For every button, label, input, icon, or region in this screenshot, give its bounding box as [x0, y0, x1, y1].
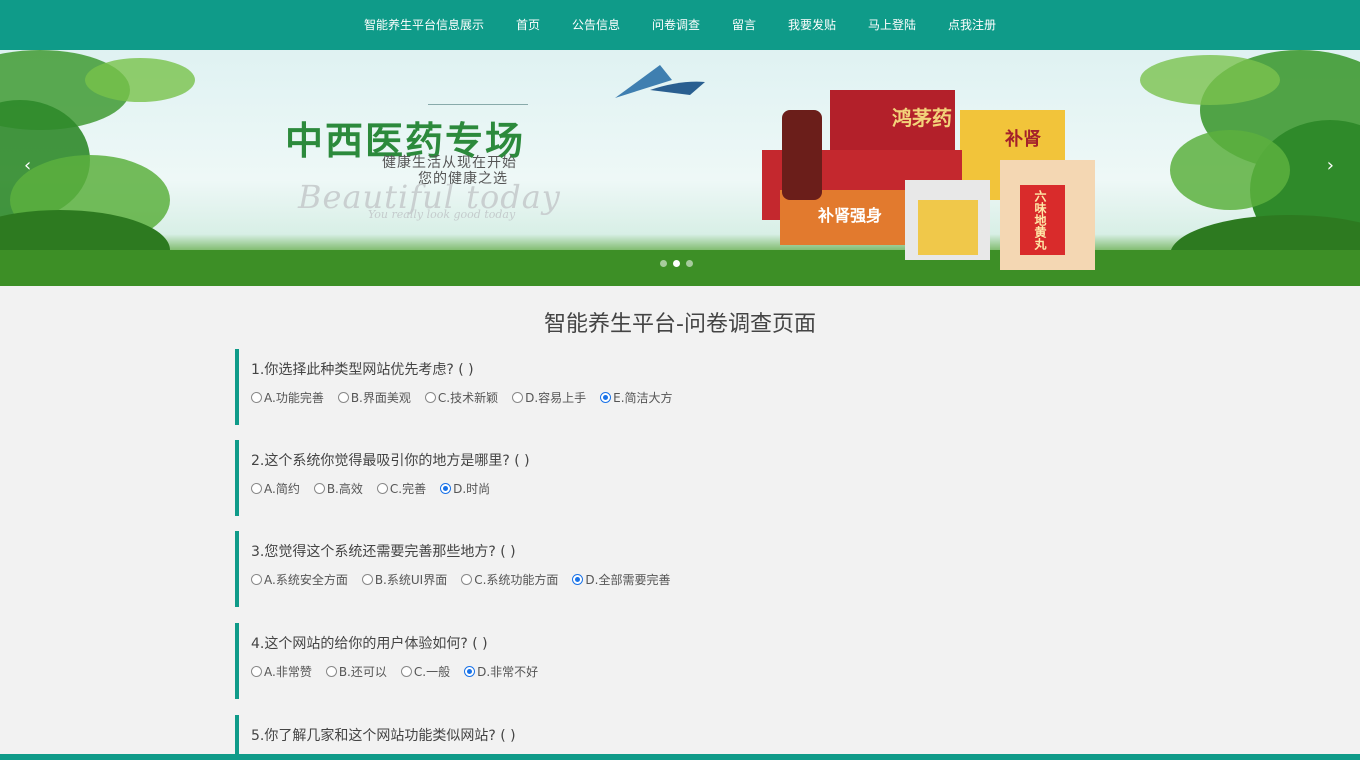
option-1[interactable]: A.系统安全方面	[251, 571, 348, 588]
option-label: D.容易上手	[525, 391, 587, 405]
radio-unchecked[interactable]	[251, 666, 262, 677]
question-1: 1.你选择此种类型网站优先考虑? ( ) A.功能完善 B.界面美观 C.技术新颖 D.…	[235, 349, 1125, 425]
question-options: A.功能完善 B.界面美观 C.技术新颖 D.容易上手 E.简洁大方	[251, 389, 1125, 406]
radio-unchecked[interactable]	[325, 666, 337, 677]
option-1[interactable]: A.简约	[251, 480, 300, 497]
box-label-bushen-qiangshen: 补肾强身	[818, 206, 883, 225]
radio-unchecked[interactable]	[313, 483, 325, 494]
option-4[interactable]: D.非常不好	[464, 663, 538, 680]
radio-checked[interactable]	[572, 574, 584, 585]
option-label: D.时尚	[453, 482, 491, 496]
banner-carousel[interactable]: 中西医药专场 健康生活从现在开始 您的健康之选 Beautiful today …	[0, 50, 1360, 286]
option-label: A.系统安全方面	[264, 573, 348, 587]
question-text: 1.你选择此种类型网站优先考虑? ( )	[251, 362, 474, 378]
nav-item-home[interactable]: 首页	[500, 0, 556, 50]
radio-unchecked[interactable]	[251, 392, 262, 403]
option-label: B.还可以	[338, 665, 387, 679]
question-text: 4.这个网站的给你的用户体验如何? ( )	[251, 636, 488, 652]
question-2: 2.这个系统你觉得最吸引你的地方是哪里? ( ) A.简约 B.高效 C.完善 D.时尚	[235, 440, 1125, 516]
question-text: 3.您觉得这个系统还需要完善那些地方? ( )	[251, 544, 516, 560]
banner-illustration	[0, 50, 1360, 286]
top-nav: 智能养生平台信息展示 首页 公告信息 问卷调查 留言 我要发贴 马上登陆 点我注…	[0, 0, 1360, 50]
option-4[interactable]: D.容易上手	[512, 389, 586, 406]
carousel-dot[interactable]	[686, 260, 693, 267]
option-label: C.系统功能方面	[474, 573, 559, 587]
carousel-indicators	[660, 260, 693, 267]
question-3: 3.您觉得这个系统还需要完善那些地方? ( ) A.系统安全方面 B.系统UI界面 C…	[235, 531, 1125, 607]
radio-unchecked[interactable]	[400, 666, 412, 677]
option-label: D.全部需要完善	[585, 573, 671, 587]
banner-script-subtext: You really look good today	[368, 208, 516, 221]
option-label: B.高效	[326, 482, 363, 496]
bottom-bar	[0, 754, 1360, 760]
option-3[interactable]: C.系统功能方面	[461, 571, 558, 588]
radio-unchecked[interactable]	[251, 483, 262, 494]
option-label: A.功能完善	[264, 391, 324, 405]
radio-unchecked[interactable]	[251, 574, 262, 585]
page-title: 智能养生平台-问卷调查页面	[544, 312, 816, 337]
option-label: C.一般	[413, 665, 451, 679]
question-text: 5.你了解几家和这个网站功能类似网站? ( )	[251, 728, 516, 744]
option-1[interactable]: A.非常赞	[251, 663, 312, 680]
option-2[interactable]: B.界面美观	[337, 389, 411, 406]
nav-item-login[interactable]: 马上登陆	[852, 0, 932, 50]
nav-item-post[interactable]: 我要发贴	[772, 0, 852, 50]
option-4[interactable]: D.全部需要完善	[572, 571, 670, 588]
radio-checked[interactable]	[440, 483, 452, 494]
nav-item-announcements[interactable]: 公告信息	[556, 0, 636, 50]
question-options: A.简约 B.高效 C.完善 D.时尚	[251, 480, 1125, 497]
nav-item-register[interactable]: 点我注册	[932, 0, 1012, 50]
nav-item-site-title[interactable]: 智能养生平台信息展示	[348, 0, 500, 50]
carousel-dot[interactable]	[660, 260, 667, 267]
radio-checked[interactable]	[600, 392, 612, 403]
radio-unchecked[interactable]	[461, 574, 473, 585]
question-options: A.非常赞 B.还可以 C.一般 D.非常不好	[251, 663, 1125, 680]
option-label: D.非常不好	[477, 665, 539, 679]
option-label: A.简约	[264, 482, 300, 496]
radio-unchecked[interactable]	[361, 574, 373, 585]
option-label: C.完善	[389, 482, 427, 496]
option-1[interactable]: A.功能完善	[251, 389, 324, 406]
nav-item-survey[interactable]: 问卷调查	[636, 0, 716, 50]
radio-checked[interactable]	[464, 666, 476, 677]
banner-divider	[428, 104, 528, 105]
question-4: 4.这个网站的给你的用户体验如何? ( ) A.非常赞 B.还可以 C.一般 D.非常不…	[235, 623, 1125, 699]
chevron-left-icon[interactable]: ‹	[24, 155, 31, 176]
radio-unchecked[interactable]	[376, 483, 388, 494]
grass-strip	[0, 250, 1360, 286]
option-label: B.界面美观	[350, 391, 411, 405]
box-label-liuwei: 六味地黄丸	[1033, 190, 1047, 250]
box-label-bushen: 补肾	[1005, 129, 1041, 150]
radio-unchecked[interactable]	[512, 392, 524, 403]
option-2[interactable]: B.还可以	[325, 663, 387, 680]
option-label: C.技术新颖	[437, 391, 499, 405]
hummingbird	[615, 65, 705, 98]
question-options: A.系统安全方面 B.系统UI界面 C.系统功能方面 D.全部需要完善	[251, 571, 1125, 588]
option-3[interactable]: C.一般	[400, 663, 451, 680]
question-text: 2.这个系统你觉得最吸引你的地方是哪里? ( )	[251, 453, 530, 469]
option-3[interactable]: C.技术新颖	[424, 389, 499, 406]
nav-item-messages[interactable]: 留言	[716, 0, 772, 50]
option-label: B.系统UI界面	[374, 573, 448, 587]
option-4[interactable]: D.时尚	[440, 480, 490, 497]
option-5[interactable]: E.简洁大方	[600, 389, 673, 406]
option-2[interactable]: B.系统UI界面	[361, 571, 448, 588]
option-3[interactable]: C.完善	[376, 480, 427, 497]
option-label: A.非常赞	[264, 665, 312, 679]
option-label: E.简洁大方	[613, 391, 673, 405]
radio-unchecked[interactable]	[424, 392, 436, 403]
option-2[interactable]: B.高效	[313, 480, 363, 497]
radio-unchecked[interactable]	[337, 392, 349, 403]
box-label-hongmao: 鸿茅药	[892, 106, 952, 130]
chevron-right-icon[interactable]: ›	[1327, 155, 1334, 176]
carousel-dot-active[interactable]	[673, 260, 680, 267]
